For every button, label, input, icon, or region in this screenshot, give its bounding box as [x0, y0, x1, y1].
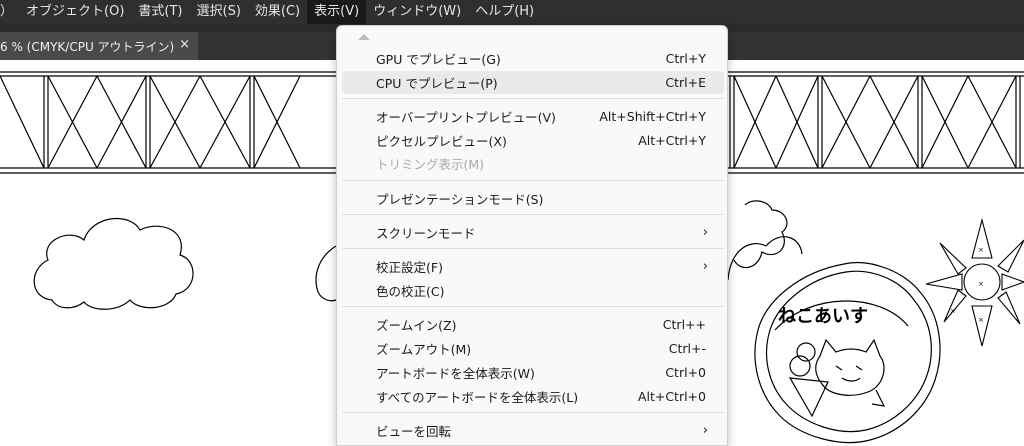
menu-pixel-preview-shortcut: Alt+Ctrl+Y: [638, 133, 706, 148]
menu-screen-mode[interactable]: スクリーンモード ›: [342, 221, 724, 244]
view-menu-dropdown: GPU でプレビュー(G) Ctrl+Y CPU でプレビュー(P) Ctrl+…: [336, 25, 728, 446]
menu-separator: [342, 306, 724, 307]
menu-cpu-preview[interactable]: CPU でプレビュー(P) Ctrl+E: [342, 71, 724, 94]
menu-item-view[interactable]: 表示(V): [307, 0, 367, 24]
menu-fit-all-artboards-label: すべてのアートボードを全体表示(L): [376, 390, 579, 405]
svg-text:×: ×: [950, 307, 956, 315]
menu-item-truncated[interactable]: ）: [0, 0, 19, 24]
sun-shape: × × × ×: [925, 217, 1024, 347]
menu-zoom-in-shortcut: Ctrl++: [662, 317, 706, 332]
menu-fit-all-artboards-shortcut: Alt+Ctrl+0: [637, 389, 706, 404]
menu-item-window[interactable]: ウィンドウ(W): [366, 0, 468, 24]
menu-zoom-in[interactable]: ズームイン(Z) Ctrl++: [342, 313, 724, 336]
menu-pixel-preview-label: ピクセルプレビュー(X): [376, 134, 507, 149]
cloud-right: [727, 236, 803, 281]
menu-separator: [342, 98, 724, 99]
chevron-right-icon: ›: [702, 423, 708, 438]
cloud-middle: [315, 245, 337, 302]
menu-gpu-preview-shortcut: Ctrl+Y: [665, 51, 706, 66]
menu-item-effect[interactable]: 効果(C): [248, 0, 307, 24]
menu-zoom-out[interactable]: ズームアウト(M) Ctrl+-: [342, 337, 724, 360]
menu-separator: [342, 214, 724, 215]
menu-proof-setup-label: 校正設定(F): [376, 260, 443, 275]
cloud-left: [33, 217, 194, 310]
logo-badge: ねこあいす: [754, 262, 941, 444]
menu-presentation-mode-label: プレゼンテーションモード(S): [376, 192, 544, 207]
close-icon[interactable]: ×: [179, 37, 190, 52]
logo-text: ねこあいす: [778, 306, 868, 327]
chevron-right-icon: ›: [702, 259, 708, 274]
menu-proof-colors[interactable]: 色の校正(C): [342, 279, 724, 302]
menu-proof-colors-label: 色の校正(C): [376, 284, 445, 299]
menu-proof-setup[interactable]: 校正設定(F) ›: [342, 255, 724, 278]
svg-text:×: ×: [978, 280, 984, 288]
menu-rotate-view[interactable]: ビューを回転 ›: [342, 419, 724, 442]
scroll-up-icon[interactable]: [357, 32, 371, 42]
document-tab-title: 6 % (CMYK/CPU アウトライン): [0, 39, 175, 54]
menu-presentation-mode[interactable]: プレゼンテーションモード(S): [342, 187, 724, 210]
menu-fit-artboard-label: アートボードを全体表示(W): [376, 366, 535, 381]
menu-zoom-in-label: ズームイン(Z): [376, 318, 457, 333]
menu-fit-all-artboards[interactable]: すべてのアートボードを全体表示(L) Alt+Ctrl+0: [342, 385, 724, 408]
cloud-right-2: [733, 200, 788, 269]
menu-item-type[interactable]: 書式(T): [131, 0, 189, 24]
menu-separator: [342, 248, 724, 249]
menu-separator: [342, 412, 724, 413]
menu-gpu-preview-label: GPU でプレビュー(G): [376, 52, 501, 67]
menu-cpu-preview-label: CPU でプレビュー(P): [376, 76, 498, 91]
menu-fit-artboard[interactable]: アートボードを全体表示(W) Ctrl+0: [342, 361, 724, 384]
menu-zoom-out-label: ズームアウト(M): [376, 342, 472, 357]
menu-overprint-preview-shortcut: Alt+Shift+Ctrl+Y: [599, 109, 706, 124]
menu-overprint-preview[interactable]: オーバープリントプレビュー(V) Alt+Shift+Ctrl+Y: [342, 105, 724, 128]
menu-trim-view: トリミング表示(M): [342, 152, 724, 175]
menu-pixel-preview[interactable]: ピクセルプレビュー(X) Alt+Ctrl+Y: [342, 129, 724, 152]
menu-separator: [342, 180, 724, 181]
menu-fit-artboard-shortcut: Ctrl+0: [665, 365, 706, 380]
menu-zoom-out-shortcut: Ctrl+-: [668, 341, 706, 356]
menu-gpu-preview[interactable]: GPU でプレビュー(G) Ctrl+Y: [342, 47, 724, 70]
svg-text:×: ×: [978, 316, 984, 324]
document-tab[interactable]: 6 % (CMYK/CPU アウトライン) ×: [0, 32, 198, 60]
menu-screen-mode-label: スクリーンモード: [376, 226, 476, 241]
menu-rotate-view-label: ビューを回転: [376, 424, 452, 439]
menu-bar: ） オブジェクト(O) 書式(T) 選択(S) 効果(C) 表示(V) ウィンド…: [0, 0, 1024, 24]
menu-item-object[interactable]: オブジェクト(O): [19, 0, 131, 24]
svg-text:×: ×: [978, 246, 984, 254]
chevron-right-icon: ›: [702, 225, 708, 240]
menu-overprint-preview-label: オーバープリントプレビュー(V): [376, 110, 556, 125]
menu-item-help[interactable]: ヘルプ(H): [468, 0, 541, 24]
menu-trim-view-label: トリミング表示(M): [376, 157, 485, 172]
menu-cpu-preview-shortcut: Ctrl+E: [665, 75, 706, 90]
menu-item-select[interactable]: 選択(S): [190, 0, 248, 24]
